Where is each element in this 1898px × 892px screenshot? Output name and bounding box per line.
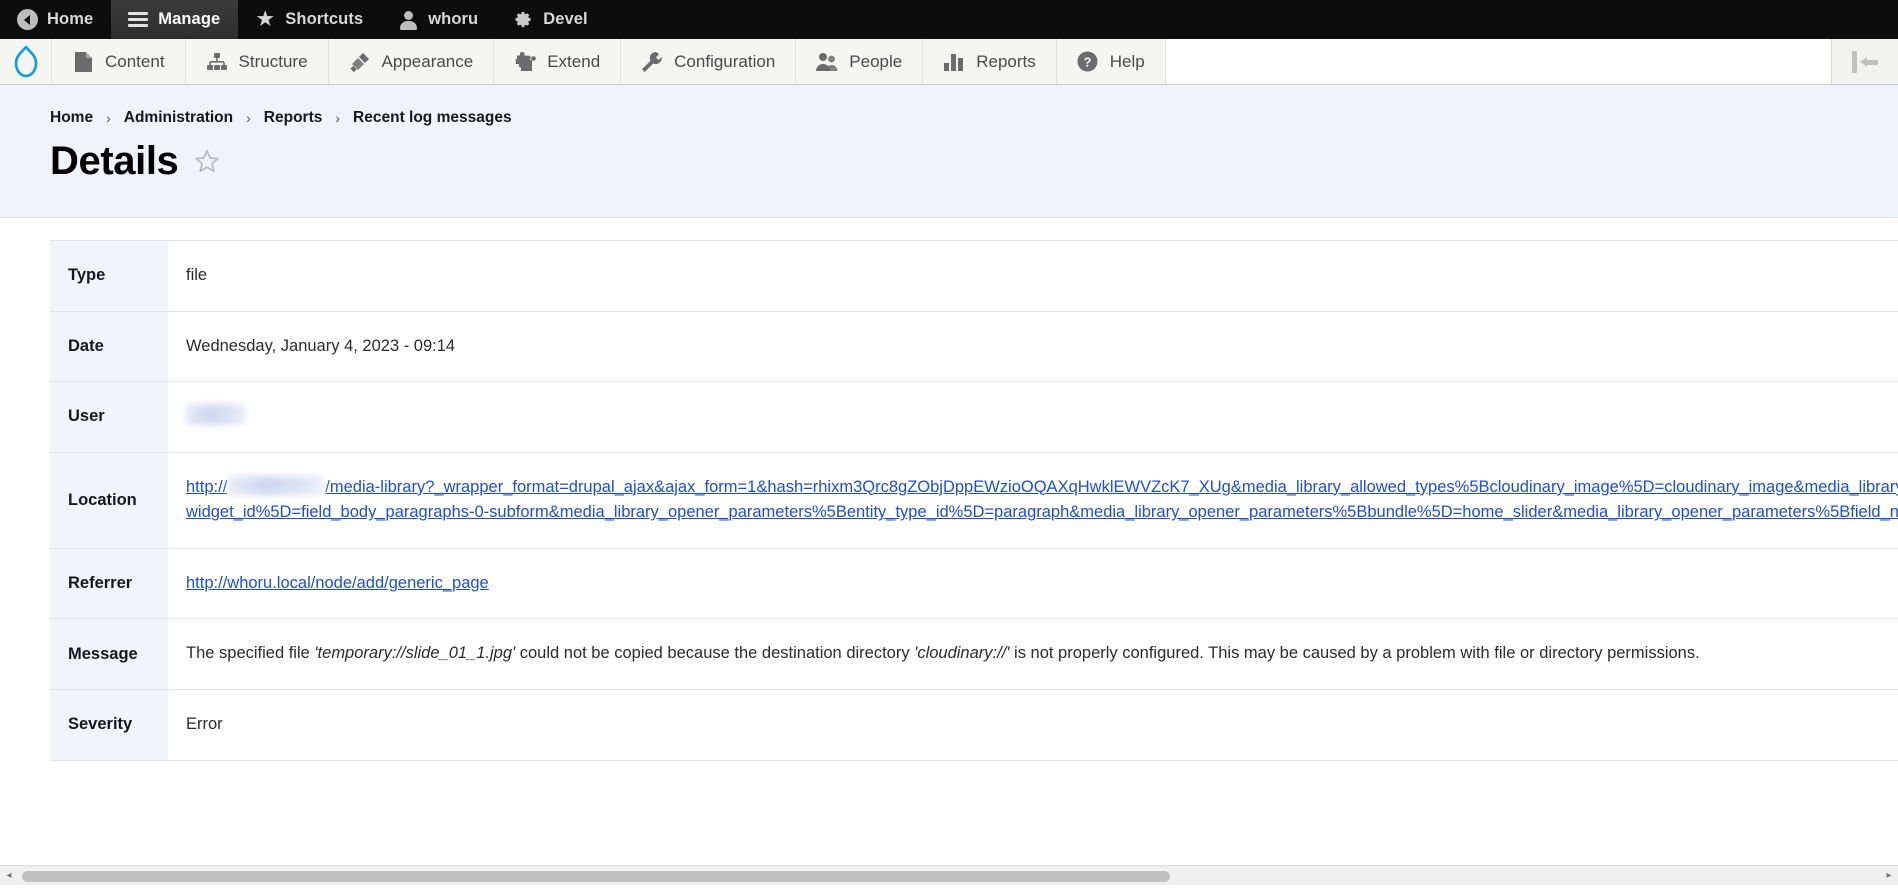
toolbar-item-manage[interactable]: Manage: [111, 0, 239, 39]
table-row: Location http:///media-library?_wrapper_…: [50, 452, 1898, 549]
breadcrumb-item-administration[interactable]: Administration: [124, 109, 233, 127]
menu-spacer: [1165, 39, 1832, 84]
person-icon: [397, 9, 419, 31]
menu-item-structure-label: Structure: [238, 51, 308, 71]
collapse-toolbar-button[interactable]: [1832, 39, 1898, 84]
admin-menu-tray: Content Structure Appearance Extend Conf…: [0, 39, 1898, 85]
row-label-message: Message: [50, 618, 168, 690]
people-icon: [816, 51, 838, 73]
row-value-referrer: http://whoru.local/node/add/generic_page: [168, 548, 1898, 620]
details-table: Type file Date Wednesday, January 4, 202…: [50, 240, 1898, 761]
table-row: Message The specified file 'temporary://…: [50, 618, 1898, 690]
star-outline-icon[interactable]: [194, 148, 220, 174]
page-icon: [72, 51, 94, 73]
breadcrumb-item-home[interactable]: Home: [50, 109, 93, 127]
menu-item-configuration-label: Configuration: [674, 51, 776, 71]
redacted-hostname: [228, 475, 325, 495]
message-part-2: could not be copied because the destinat…: [515, 644, 915, 663]
table-row: User: [50, 381, 1898, 453]
star-icon: ★: [256, 9, 274, 30]
row-label-type: Type: [50, 240, 168, 312]
row-label-date: Date: [50, 311, 168, 383]
question-icon: ?: [1077, 51, 1099, 73]
row-value-message: The specified file 'temporary://slide_01…: [168, 618, 1898, 690]
referrer-link[interactable]: http://whoru.local/node/add/generic_page: [186, 574, 489, 592]
scroll-left-arrow-icon[interactable]: ◂: [0, 867, 18, 885]
scrollbar-thumb[interactable]: [22, 870, 1170, 882]
menu-item-help[interactable]: ? Help: [1057, 39, 1166, 84]
menu-item-people-label: People: [849, 51, 903, 71]
scrollbar-track[interactable]: [18, 869, 1880, 883]
menu-item-configuration[interactable]: Configuration: [621, 39, 797, 84]
paintbrush-icon: [349, 51, 371, 73]
row-value-date: Wednesday, January 4, 2023 - 09:14: [168, 311, 1898, 383]
menu-item-structure[interactable]: Structure: [186, 39, 329, 84]
toolbar-item-devel[interactable]: Devel: [496, 0, 606, 39]
menu-item-reports-label: Reports: [976, 51, 1036, 71]
wrench-icon: [641, 51, 663, 73]
redacted-username: [186, 404, 246, 426]
menu-item-content[interactable]: Content: [52, 39, 186, 84]
message-part-1: The specified file: [186, 644, 315, 663]
menu-item-content-label: Content: [105, 51, 165, 71]
toolbar-item-home[interactable]: Home: [0, 0, 111, 39]
page-title: Details: [50, 139, 179, 183]
table-row: Referrer http://whoru.local/node/add/gen…: [50, 548, 1898, 620]
location-link-prefix: http://: [186, 477, 228, 496]
breadcrumb-item-recent-log-messages[interactable]: Recent log messages: [353, 109, 512, 127]
scroll-right-arrow-icon[interactable]: ▸: [1880, 867, 1898, 885]
breadcrumb-separator: ›: [106, 110, 111, 126]
menu-item-reports[interactable]: Reports: [923, 39, 1057, 84]
puzzle-icon: [514, 51, 536, 73]
gear-icon: [512, 9, 534, 31]
admin-toolbar: Home Manage ★ Shortcuts whoru Devel: [0, 0, 1898, 39]
home-icon: [16, 9, 38, 31]
row-value-user: [168, 381, 1898, 453]
row-label-location: Location: [50, 452, 168, 549]
menu-item-extend-label: Extend: [547, 51, 601, 71]
toolbar-item-manage-label: Manage: [158, 10, 221, 28]
message-part-3: is not properly configured. This may be …: [1009, 644, 1700, 663]
menu-item-extend[interactable]: Extend: [494, 39, 622, 84]
message-emphasis-source: 'temporary://slide_01_1.jpg': [314, 644, 516, 663]
toolbar-item-devel-label: Devel: [543, 10, 588, 28]
location-link[interactable]: http:///media-library?_wrapper_format=dr…: [186, 475, 1898, 522]
row-label-user: User: [50, 381, 168, 453]
breadcrumb: Home › Administration › Reports › Recent…: [0, 109, 1898, 127]
row-label-referrer: Referrer: [50, 548, 168, 620]
message-emphasis-destination: 'cloudinary://': [914, 644, 1010, 663]
menu-item-appearance[interactable]: Appearance: [329, 39, 495, 84]
svg-text:?: ?: [1084, 54, 1092, 69]
table-row: Date Wednesday, January 4, 2023 - 09:14: [50, 311, 1898, 383]
page-header: Home › Administration › Reports › Recent…: [0, 85, 1898, 218]
breadcrumb-separator: ›: [246, 110, 251, 126]
toolbar-item-shortcuts-label: Shortcuts: [285, 10, 364, 28]
horizontal-scrollbar[interactable]: ◂ ▸: [0, 865, 1898, 885]
barchart-icon: [943, 51, 965, 73]
row-value-location: http:///media-library?_wrapper_format=dr…: [168, 452, 1898, 549]
menu-item-appearance-label: Appearance: [381, 51, 474, 71]
toolbar-item-user-label: whoru: [428, 10, 479, 28]
breadcrumb-separator: ›: [335, 110, 341, 126]
toolbar-item-home-label: Home: [47, 10, 94, 28]
details-table-wrapper: Type file Date Wednesday, January 4, 202…: [0, 218, 1898, 761]
toolbar-item-user[interactable]: whoru: [381, 0, 496, 39]
row-value-type: file: [168, 240, 1898, 312]
drupal-drop-logo[interactable]: [0, 39, 52, 84]
row-label-severity: Severity: [50, 689, 168, 761]
table-row: Severity Error: [50, 689, 1898, 761]
content-area: Type file Date Wednesday, January 4, 202…: [0, 218, 1898, 885]
burger-icon: [127, 9, 149, 31]
menu-item-people[interactable]: People: [796, 39, 924, 84]
page-title-row: Details: [0, 139, 1898, 183]
sitemap-icon: [206, 51, 228, 73]
toolbar-item-shortcuts[interactable]: ★ Shortcuts: [238, 0, 381, 39]
collapse-toolbar-icon: [1852, 50, 1878, 73]
row-value-severity: Error: [168, 689, 1898, 761]
menu-item-help-label: Help: [1109, 51, 1145, 71]
breadcrumb-item-reports[interactable]: Reports: [264, 109, 323, 127]
table-row: Type file: [50, 240, 1898, 312]
location-link-suffix: /media-library?_wrapper_format=drupal_aj…: [186, 477, 1898, 522]
